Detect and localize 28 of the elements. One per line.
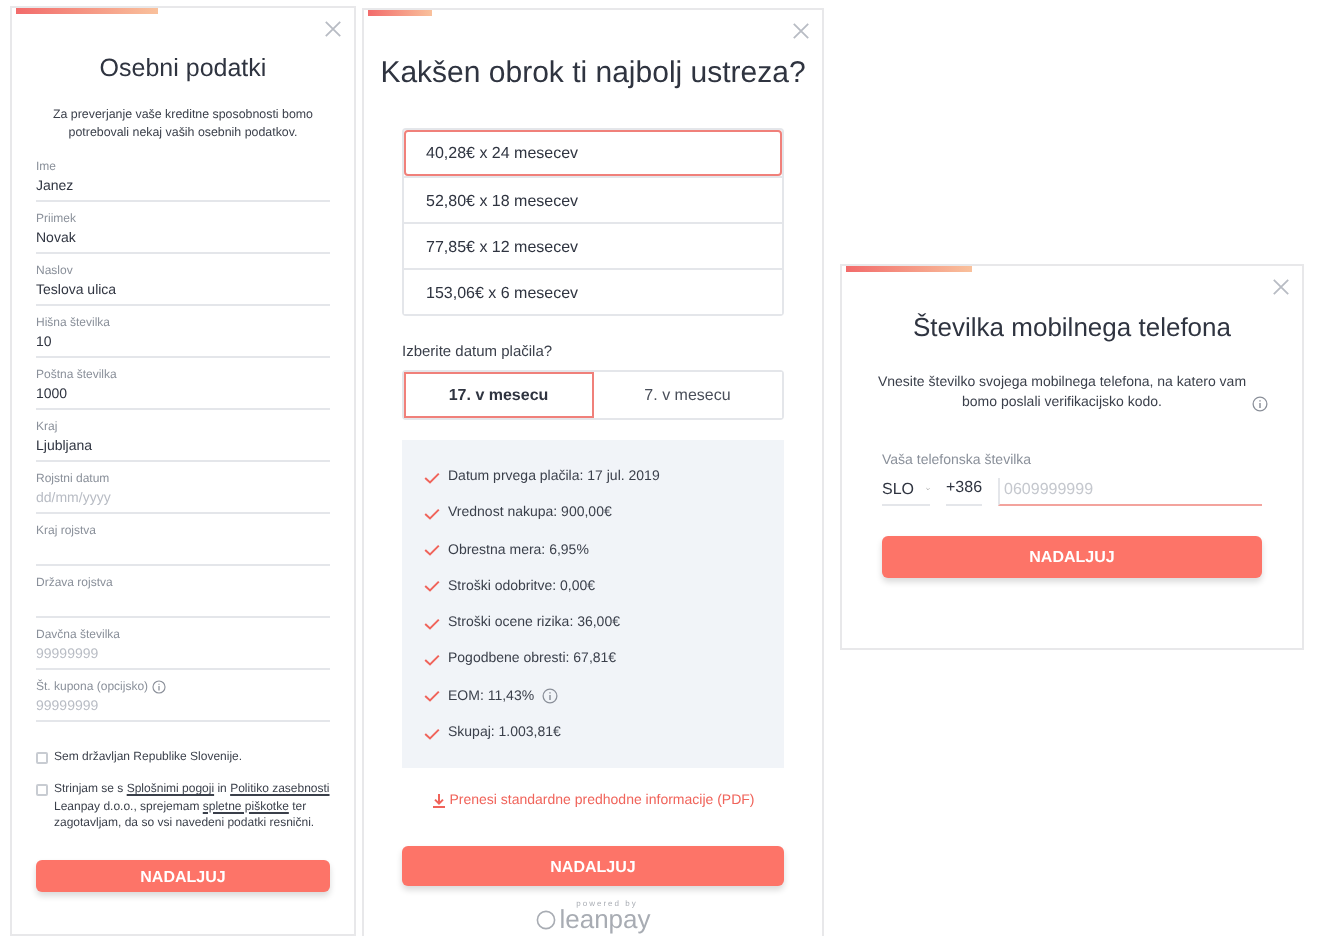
panel-title: Kakšen obrok ti najbolj ustreza? (378, 56, 808, 90)
installment-option[interactable]: 40,28€ x 24 mesecev (404, 130, 782, 176)
check-icon (424, 507, 440, 520)
info-icon[interactable] (152, 680, 167, 694)
info-icon[interactable] (542, 688, 559, 705)
check-icon (424, 580, 440, 593)
check-icon (424, 653, 440, 666)
close-icon[interactable] (324, 20, 342, 38)
installment-option[interactable]: 153,06€ x 6 mesecev (404, 268, 782, 314)
checkbox[interactable] (36, 784, 48, 797)
download-icon (431, 794, 446, 809)
checkbox[interactable] (36, 752, 48, 764)
close-icon[interactable] (1272, 278, 1290, 296)
panel-title: Osebni podatki (97, 54, 269, 82)
check-icon (424, 690, 440, 703)
dial-code: +386 (946, 478, 983, 506)
info-icon[interactable] (1252, 396, 1268, 412)
payment-date-option[interactable]: 17. v mesecu (404, 372, 593, 418)
check-icon (424, 617, 440, 630)
check-icon (424, 544, 440, 557)
check-icon (424, 727, 440, 740)
panel-title: Številka mobilnega telefona (911, 312, 1233, 342)
check-icon (424, 471, 440, 483)
country-select[interactable]: SLO (882, 478, 930, 506)
close-icon[interactable] (792, 22, 810, 40)
logo-text: leanpay (559, 908, 651, 933)
phone-input[interactable]: 0609999999 (998, 478, 1262, 506)
logo-icon (535, 910, 556, 931)
